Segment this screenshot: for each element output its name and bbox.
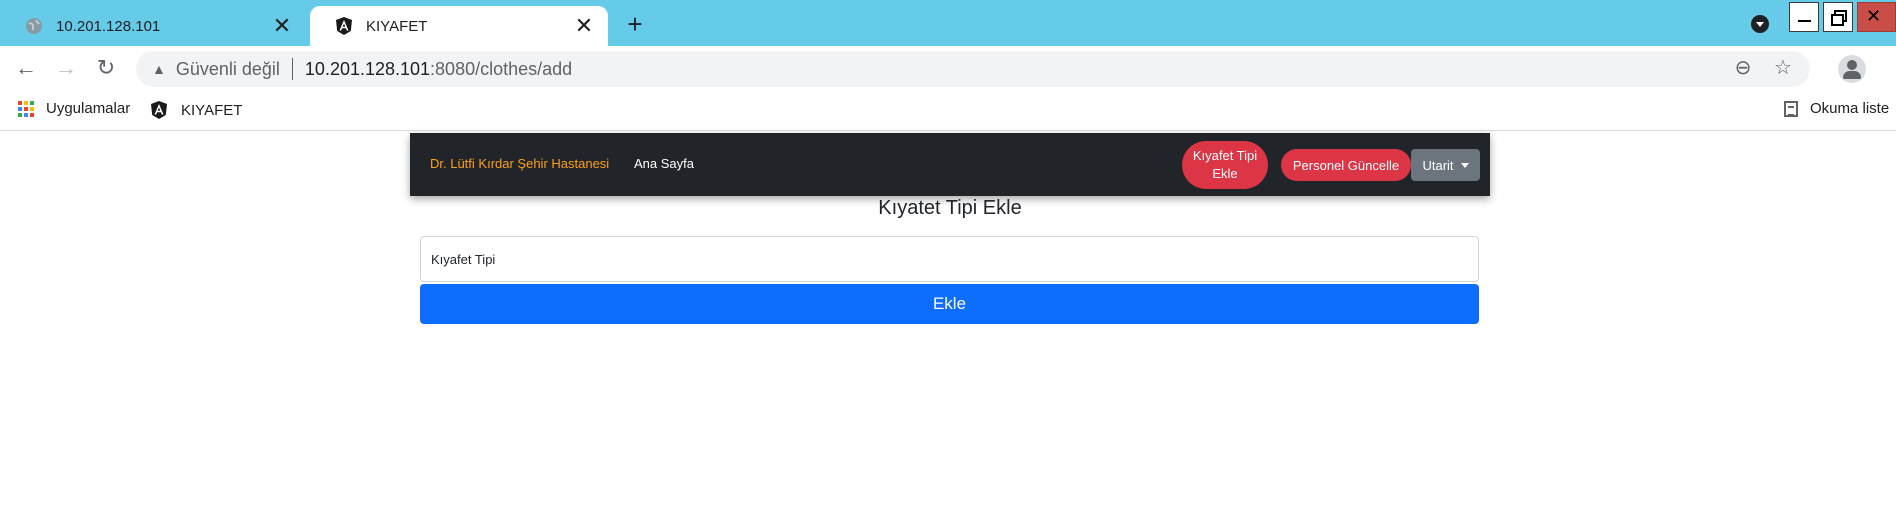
- globe-icon: [24, 16, 44, 36]
- bookmarks-bar: Uygulamalar KIYAFET Okuma liste: [0, 91, 1896, 131]
- dropdown-label: Utarit: [1422, 157, 1454, 173]
- warning-icon[interactable]: ▲: [152, 61, 166, 77]
- add-clothes-type-button[interactable]: Kıyafet Tipi Ekle: [1182, 141, 1268, 189]
- bookmark-apps[interactable]: Uygulamalar: [18, 100, 130, 117]
- tab-search-icon[interactable]: [1751, 15, 1769, 33]
- reading-list-icon: [1784, 100, 1798, 117]
- tab-title: KIYAFET: [366, 17, 428, 35]
- browser-tab-strip: 10.201.128.101 ✕ KIYAFET ✕ +: [0, 0, 1896, 46]
- reading-list-button[interactable]: Okuma liste: [1784, 100, 1889, 117]
- zoom-icon[interactable]: ⊖: [1730, 55, 1756, 81]
- url-path[interactable]: :8080/clothes/add: [430, 59, 572, 80]
- divider: [291, 58, 293, 80]
- user-dropdown[interactable]: Utarit: [1411, 149, 1480, 181]
- bookmark-label: KIYAFET: [181, 101, 243, 119]
- profile-avatar-icon[interactable]: [1838, 55, 1866, 83]
- security-label[interactable]: Güvenli değil: [176, 59, 280, 80]
- angular-icon: [149, 100, 169, 120]
- brand-link[interactable]: Dr. Lütfi Kırdar Şehir Hastanesi: [430, 156, 609, 171]
- window-close-button[interactable]: [1857, 2, 1896, 32]
- browser-toolbar: ← → ↻ ▲ Güvenli değil 10.201.128.101 :80…: [0, 46, 1896, 91]
- back-icon[interactable]: ←: [12, 54, 40, 82]
- home-link[interactable]: Ana Sayfa: [634, 156, 694, 171]
- bookmark-kiyafet[interactable]: KIYAFET: [149, 100, 242, 120]
- reload-icon[interactable]: ↻: [92, 54, 120, 82]
- bookmark-star-icon[interactable]: ☆: [1770, 55, 1796, 81]
- minimize-button[interactable]: [1789, 2, 1819, 32]
- caret-down-icon: [1460, 162, 1469, 168]
- new-tab-button[interactable]: +: [620, 9, 650, 39]
- clothes-type-input[interactable]: [420, 236, 1479, 282]
- update-personnel-button[interactable]: Personel Güncelle: [1281, 149, 1411, 181]
- page-title: Kıyatet Tipi Ekle: [878, 197, 1022, 219]
- browser-tab-active[interactable]: KIYAFET ✕: [310, 6, 608, 46]
- tab-title: 10.201.128.101: [56, 17, 161, 35]
- forward-icon[interactable]: →: [52, 54, 80, 82]
- tab-close-icon[interactable]: ✕: [272, 15, 292, 37]
- address-bar[interactable]: ▲ Güvenli değil 10.201.128.101 :8080/clo…: [136, 51, 1810, 87]
- tab-close-icon[interactable]: ✕: [574, 15, 594, 37]
- apps-grid-icon: [18, 100, 34, 117]
- bookmark-label: Uygulamalar: [46, 100, 131, 117]
- angular-icon: [334, 16, 354, 36]
- add-button[interactable]: Ekle: [420, 284, 1479, 324]
- reading-list-label: Okuma liste: [1810, 100, 1890, 117]
- browser-tab[interactable]: 10.201.128.101 ✕: [0, 6, 306, 46]
- url-host[interactable]: 10.201.128.101: [305, 59, 430, 80]
- restore-button[interactable]: [1823, 2, 1853, 32]
- app-navbar: Dr. Lütfi Kırdar Şehir Hastanesi Ana Say…: [410, 133, 1490, 196]
